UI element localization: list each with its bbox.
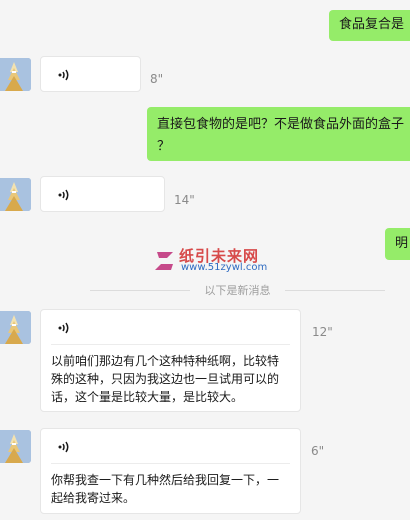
voice-wave-icon — [58, 189, 69, 201]
voice-wave-icon — [58, 69, 69, 81]
voice-wave-icon — [58, 441, 69, 453]
contact-avatar[interactable] — [0, 311, 31, 344]
voice-transcript: 以前咱们那边有几个这种特种纸啊，比较特殊的这种，只因为我这边也一旦试用可以的话，… — [51, 354, 280, 404]
outgoing-message-bubble[interactable]: 食品复合是 — [329, 10, 410, 41]
voice-duration: 8" — [150, 72, 164, 86]
message-text-line: ？ — [157, 139, 171, 154]
voice-message-bubble[interactable] — [40, 56, 141, 92]
watermark-logo — [155, 252, 173, 270]
outgoing-message-bubble[interactable]: 明 — [385, 228, 410, 260]
contact-avatar[interactable] — [0, 430, 31, 463]
divider-line — [90, 290, 190, 291]
message-text: 食品复合是 — [339, 17, 405, 32]
new-messages-divider: 以下是新消息 — [204, 284, 271, 297]
voice-transcript: 你帮我查一下有几种然后给我回复一下，一起给我寄过来。 — [51, 473, 280, 505]
voice-duration: 12" — [312, 325, 333, 339]
voice-duration: 14" — [174, 193, 195, 207]
transcript-divider — [51, 344, 290, 345]
voice-message-bubble[interactable]: 以前咱们那边有几个这种特种纸啊，比较特殊的这种，只因为我这边也一旦试用可以的话，… — [40, 309, 301, 412]
message-text: 明 — [395, 236, 409, 251]
voice-message-bubble[interactable] — [40, 176, 165, 212]
contact-avatar[interactable] — [0, 178, 31, 211]
contact-avatar[interactable] — [0, 58, 31, 91]
divider-line — [285, 290, 385, 291]
transcript-divider — [51, 463, 290, 464]
watermark-url: www.51zywl.com — [181, 262, 268, 273]
outgoing-message-bubble[interactable]: 直接包食物的是吧？不是做食品外面的盒子 ？ — [147, 107, 410, 161]
voice-duration: 6" — [311, 444, 325, 458]
voice-message-bubble[interactable]: 你帮我查一下有几种然后给我回复一下，一起给我寄过来。 — [40, 428, 301, 514]
message-text-line: 直接包食物的是吧？不是做食品外面的盒子 — [157, 117, 405, 132]
voice-wave-icon — [58, 322, 69, 334]
